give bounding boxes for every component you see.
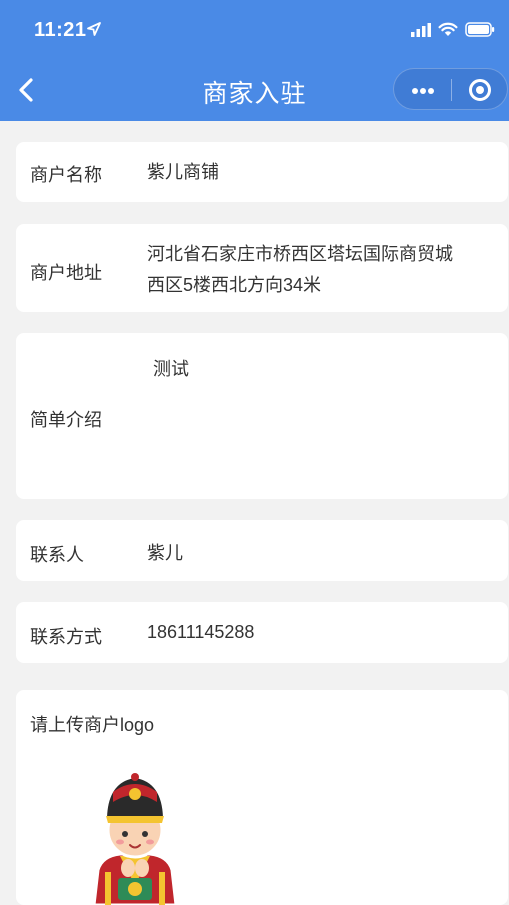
- miniprogram-capsule: [393, 68, 508, 110]
- nav-bar: 商家入驻: [0, 60, 509, 121]
- address-line-2: 西区5楼西北方向34米: [147, 275, 322, 295]
- contact-person-input[interactable]: 紫儿: [147, 538, 183, 569]
- more-dots-icon[interactable]: [394, 69, 451, 111]
- merchant-address-row: 商户地址 河北省石家庄市桥西区塔坛国际商贸城 西区5楼西北方向34米: [16, 224, 508, 312]
- intro-textarea[interactable]: 测试: [153, 354, 189, 385]
- battery-icon: [465, 22, 495, 37]
- logo-upload-row: 请上传商户logo: [16, 690, 508, 905]
- merchant-address-input[interactable]: 河北省石家庄市桥西区塔坛国际商贸城 西区5楼西北方向34米: [147, 239, 453, 301]
- close-target-icon[interactable]: [452, 69, 509, 111]
- contact-person-row: 联系人 紫儿: [16, 520, 508, 581]
- status-icons: [411, 22, 495, 37]
- logo-upload-label: 请上传商户logo: [30, 715, 155, 735]
- contact-phone-label: 联系方式: [30, 627, 102, 647]
- status-time: 11:21: [34, 19, 87, 41]
- signal-icon: [411, 22, 431, 37]
- address-line-1: 河北省石家庄市桥西区塔坛国际商贸城: [147, 244, 453, 264]
- wifi-icon: [438, 22, 458, 36]
- location-arrow-icon: [87, 22, 101, 36]
- intro-label: 简单介绍: [30, 410, 102, 430]
- status-bar: 11:21: [0, 0, 509, 60]
- header: 11:21 商家入驻: [0, 0, 509, 121]
- merchant-name-row: 商户名称 紫儿商铺: [16, 142, 508, 202]
- merchant-name-label: 商户名称: [30, 165, 102, 185]
- contact-phone-row: 联系方式 18611145288: [16, 602, 508, 663]
- contact-phone-input[interactable]: 18611145288: [147, 617, 254, 648]
- intro-row: 简单介绍 测试: [16, 333, 508, 499]
- merchant-address-label: 商户地址: [30, 263, 102, 283]
- merchant-logo-image[interactable]: [80, 760, 190, 905]
- merchant-name-input[interactable]: 紫儿商铺: [147, 157, 219, 188]
- contact-person-label: 联系人: [30, 545, 84, 565]
